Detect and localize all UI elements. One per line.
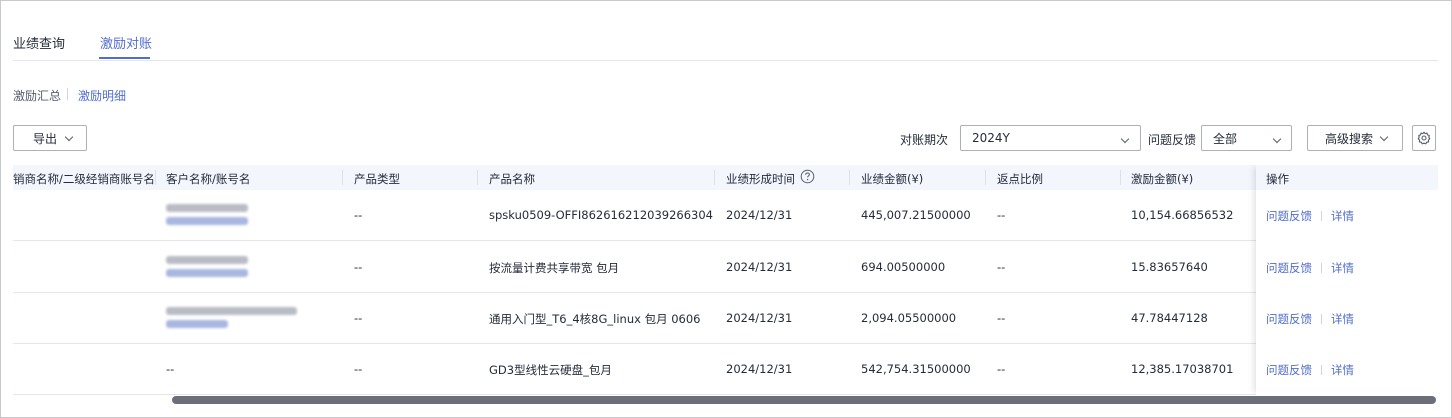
cell-amount: 694.00500000: [861, 260, 946, 274]
redacted-account-name: [166, 269, 248, 277]
chevron-down-icon: [64, 132, 74, 141]
cell-product-name: GD3型线性云硬盘_包月: [489, 363, 612, 377]
column-header-operations: 操作: [1266, 172, 1289, 186]
detail-link[interactable]: 详情: [1331, 312, 1354, 326]
gear-icon: [1417, 131, 1431, 145]
row-operations: 问题反馈 详情: [1266, 208, 1354, 224]
column-header-distributor: 销商名称/二级经销商账号名: [13, 172, 155, 186]
feedback-label: 问题反馈: [1148, 133, 1197, 147]
redacted-customer-name: [166, 256, 248, 264]
column-divider: [849, 170, 850, 185]
feedback-value: 全部: [1213, 131, 1238, 146]
chevron-down-icon: [1120, 134, 1130, 144]
horizontal-scrollbar[interactable]: [13, 396, 1438, 404]
scrollbar-thumb[interactable]: [172, 396, 1436, 404]
redacted-account-name: [166, 320, 228, 328]
cell-incentive: 12,385.17038701: [1131, 362, 1234, 376]
redacted-customer-name: [166, 204, 248, 212]
column-divider: [714, 170, 715, 185]
link-divider: [1321, 211, 1322, 221]
cell-amount: 542,754.31500000: [861, 362, 971, 376]
cell-product-type: --: [354, 362, 363, 376]
feedback-link[interactable]: 问题反馈: [1266, 261, 1312, 275]
operations-column: 操作 问题反馈 详情 问题反馈 详情 问题反馈 详情 问题反馈 详情: [1256, 165, 1438, 395]
cell-product-type: --: [354, 208, 363, 222]
tab-bar: 业绩查询 激励对账: [13, 0, 1438, 61]
column-divider: [985, 170, 986, 185]
redacted-account-name: [166, 217, 248, 225]
cell-ratio: --: [997, 362, 1006, 376]
advanced-search-label: 高级搜索: [1325, 131, 1374, 146]
chevron-down-icon: [1379, 132, 1389, 141]
cell-incentive: 47.78447128: [1131, 311, 1208, 325]
tab-performance-query[interactable]: 业绩查询: [13, 33, 65, 52]
cell-time: 2024/12/31: [726, 362, 793, 376]
link-divider: [1321, 365, 1322, 375]
feedback-link[interactable]: 问题反馈: [1266, 312, 1312, 326]
row-operations: 问题反馈 详情: [1266, 260, 1354, 276]
column-header-amount: 业绩金额(¥): [861, 172, 924, 186]
feedback-select[interactable]: 全部: [1201, 125, 1292, 151]
cell-product-type: --: [354, 260, 363, 274]
table-row: -- spsku0509-OFFI862616212039266304 2024…: [13, 190, 1438, 241]
period-select[interactable]: 2024Y: [960, 125, 1141, 151]
cell-customer: --: [166, 362, 175, 376]
cell-incentive: 10,154.66856532: [1131, 208, 1234, 222]
column-header-customer: 客户名称/账号名: [166, 172, 251, 186]
period-label: 对账期次: [900, 133, 949, 147]
cell-product-name: 通用入门型_T6_4核8G_linux 包月 0606: [489, 312, 701, 326]
cell-product-name: 按流量计费共享带宽 包月: [489, 261, 620, 275]
cell-incentive: 15.83657640: [1131, 260, 1208, 274]
feedback-link[interactable]: 问题反馈: [1266, 363, 1312, 377]
row-operations: 问题反馈 详情: [1266, 362, 1354, 378]
cell-product-type: --: [354, 311, 363, 325]
table-row: -- 通用入门型_T6_4核8G_linux 包月 0606 2024/12/3…: [13, 293, 1438, 344]
column-divider: [477, 170, 478, 185]
column-divider: [1120, 170, 1121, 185]
advanced-search-button[interactable]: 高级搜索: [1307, 125, 1403, 151]
table-settings-button[interactable]: [1412, 125, 1436, 151]
cell-time: 2024/12/31: [726, 311, 793, 325]
cell-time: 2024/12/31: [726, 260, 793, 274]
question-circle-icon[interactable]: [800, 169, 815, 184]
column-header-incentive: 激励金额(¥): [1131, 172, 1194, 186]
redacted-customer-name: [166, 307, 297, 315]
incentive-table: 销商名称/二级经销商账号名 客户名称/账号名 产品类型 产品名称 业绩形成时间 …: [13, 165, 1438, 395]
period-value: 2024Y: [972, 131, 1010, 145]
link-divider: [1321, 314, 1322, 324]
cell-amount: 2,094.05500000: [861, 311, 957, 325]
cell-ratio: --: [997, 260, 1006, 274]
column-header-product-type: 产品类型: [354, 172, 400, 186]
column-divider: [342, 170, 343, 185]
cell-amount: 445,007.21500000: [861, 208, 971, 222]
subnav-incentive-detail[interactable]: 激励明细: [78, 87, 126, 104]
column-header-ratio: 返点比例: [997, 172, 1043, 186]
detail-link[interactable]: 详情: [1331, 261, 1354, 275]
chevron-down-icon: [1272, 134, 1282, 144]
table-header: 销商名称/二级经销商账号名 客户名称/账号名 产品类型 产品名称 业绩形成时间 …: [13, 165, 1438, 190]
table-row: -- -- GD3型线性云硬盘_包月 2024/12/31 542,754.31…: [13, 344, 1438, 395]
subnav-divider: [67, 88, 68, 100]
column-header-product-name: 产品名称: [489, 172, 535, 186]
cell-ratio: --: [997, 208, 1006, 222]
export-label: 导出: [33, 131, 58, 146]
row-operations: 问题反馈 详情: [1266, 311, 1354, 327]
column-header-time: 业绩形成时间: [726, 172, 795, 186]
table-row: -- 按流量计费共享带宽 包月 2024/12/31 694.00500000 …: [13, 242, 1438, 293]
tab-incentive-reconciliation[interactable]: 激励对账: [100, 33, 152, 52]
export-button[interactable]: 导出: [13, 125, 87, 151]
subnav-incentive-summary[interactable]: 激励汇总: [13, 87, 61, 104]
feedback-link[interactable]: 问题反馈: [1266, 209, 1312, 223]
link-divider: [1321, 263, 1322, 273]
active-tab-indicator: [99, 57, 150, 59]
detail-link[interactable]: 详情: [1331, 363, 1354, 377]
cell-ratio: --: [997, 311, 1006, 325]
column-divider: [155, 170, 156, 185]
cell-time: 2024/12/31: [726, 208, 793, 222]
detail-link[interactable]: 详情: [1331, 209, 1354, 223]
operations-header: 操作: [1256, 165, 1438, 190]
cell-product-name: spsku0509-OFFI862616212039266304: [489, 208, 713, 222]
